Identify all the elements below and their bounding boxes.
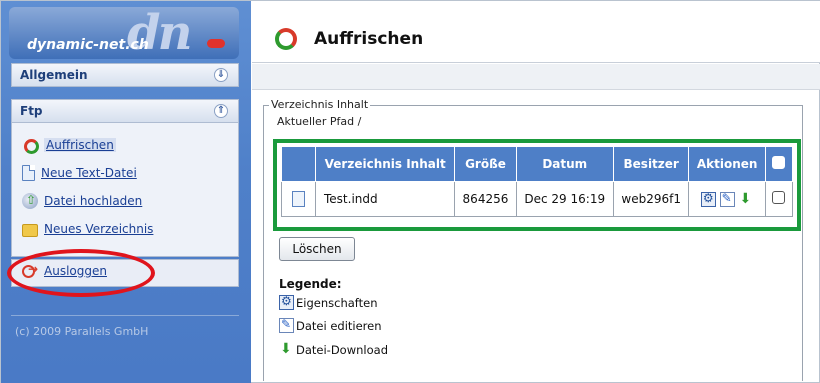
- panel-ftp-body: Auffrischen Neue Text-Datei Datei hochla…: [11, 123, 239, 257]
- header-actions: Aktionen: [688, 146, 766, 182]
- file-date: Dec 29 16:19: [515, 181, 614, 217]
- download-icon: [279, 341, 294, 357]
- nav-item-datei-hochladen[interactable]: Datei hochladen: [22, 191, 142, 211]
- file-table: Verzeichnis Inhalt Größe Datum Besitzer …: [281, 146, 794, 217]
- file-size: 864256: [454, 181, 517, 217]
- legend-label: Eigenschaften: [296, 295, 378, 310]
- new-folder-icon: [22, 224, 38, 237]
- highlight-ellipse: [7, 249, 155, 297]
- panel-ftp-title: Ftp: [20, 104, 43, 118]
- collapse-chevron-icon[interactable]: ⇑: [214, 104, 228, 118]
- header-date[interactable]: Datum: [515, 146, 614, 182]
- header-owner[interactable]: Besitzer: [612, 146, 690, 182]
- copyright-text: (c) 2009 Parallels GmbH: [15, 325, 149, 338]
- upload-icon: [22, 193, 38, 209]
- sidebar-divider: [11, 315, 239, 316]
- panel-allgemein-header[interactable]: Allgemein ⇓: [11, 63, 239, 87]
- logo-dot: [207, 39, 225, 48]
- download-icon[interactable]: [738, 191, 753, 207]
- main-header: Auffrischen: [252, 1, 820, 63]
- page-title: Auffrischen: [314, 29, 424, 49]
- legend-item-edit: Datei editieren: [279, 317, 382, 333]
- properties-icon: [279, 294, 294, 310]
- properties-icon[interactable]: [700, 191, 716, 207]
- edit-file-icon[interactable]: [719, 191, 735, 207]
- nav-item-label[interactable]: Neue Text-Datei: [41, 166, 137, 180]
- refresh-icon: [22, 137, 39, 154]
- current-path: Aktueller Pfad /: [277, 115, 362, 128]
- nav-item-label[interactable]: Auffrischen: [44, 138, 116, 152]
- delete-button[interactable]: Löschen: [279, 237, 355, 261]
- header-select-all: [764, 146, 794, 182]
- logo: dn dynamic-net.ch: [9, 7, 239, 59]
- sidebar: dn dynamic-net.ch Allgemein ⇓ Ftp ⇑ Auff…: [1, 1, 251, 383]
- file-owner: web296f1: [612, 181, 690, 217]
- file-type-cell: [281, 181, 316, 217]
- file-actions: [688, 181, 766, 217]
- legend-title: Legende:: [279, 277, 342, 291]
- nav-item-neues-verzeichnis[interactable]: Neues Verzeichnis: [22, 219, 153, 239]
- toolbar-strip: [252, 64, 820, 90]
- legend-item-download: Datei-Download: [279, 341, 388, 357]
- edit-file-icon: [279, 317, 294, 333]
- panel-allgemein-title: Allgemein: [20, 68, 88, 82]
- nav-item-neue-text-datei[interactable]: Neue Text-Datei: [22, 163, 137, 183]
- nav-item-label[interactable]: Datei hochladen: [44, 194, 142, 208]
- new-text-file-icon: [22, 165, 35, 181]
- select-all-checkbox[interactable]: [772, 156, 786, 169]
- legend-item-properties: Eigenschaften: [279, 294, 378, 310]
- row-checkbox[interactable]: [772, 191, 786, 204]
- panel-ftp-header[interactable]: Ftp ⇑: [11, 99, 239, 123]
- legend-label: Datei-Download: [296, 342, 388, 357]
- refresh-icon: [274, 27, 297, 50]
- logo-text: dynamic-net.ch: [27, 37, 149, 53]
- expand-chevron-icon[interactable]: ⇓: [214, 68, 228, 82]
- file-name[interactable]: Test.indd: [314, 181, 456, 217]
- nav-item-auffrischen[interactable]: Auffrischen: [22, 135, 116, 155]
- nav-item-label[interactable]: Neues Verzeichnis: [44, 222, 153, 236]
- header-type: [281, 146, 316, 182]
- table-header-row: Verzeichnis Inhalt Größe Datum Besitzer …: [281, 146, 794, 182]
- fieldset-legend: Verzeichnis Inhalt: [269, 98, 371, 111]
- file-icon: [292, 191, 305, 207]
- legend-label: Datei editieren: [296, 318, 382, 333]
- file-select-cell: [764, 181, 794, 217]
- table-row: Test.indd 864256 Dec 29 16:19 web296f1: [281, 181, 794, 217]
- header-size[interactable]: Größe: [454, 146, 517, 182]
- header-name[interactable]: Verzeichnis Inhalt: [314, 146, 456, 182]
